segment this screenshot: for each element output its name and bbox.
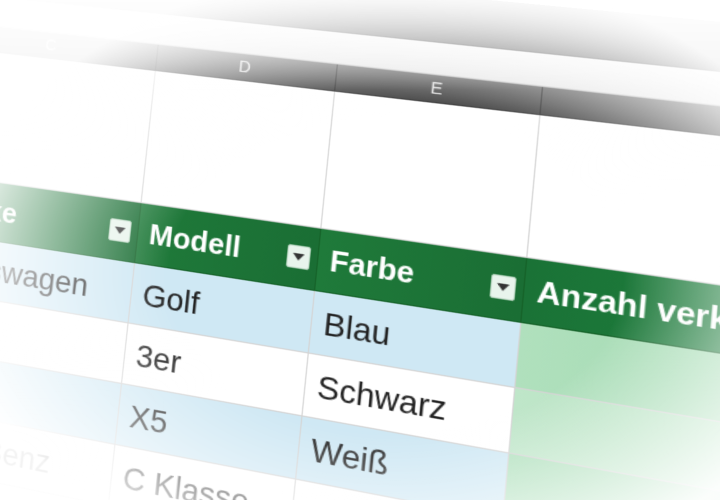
header-farbe-label: Farbe — [328, 243, 416, 292]
filter-button[interactable] — [108, 217, 132, 242]
filter-button[interactable] — [489, 273, 516, 301]
chevron-down-icon — [496, 282, 509, 291]
filter-button[interactable] — [286, 243, 311, 269]
chevron-down-icon — [292, 252, 304, 261]
chevron-down-icon — [114, 226, 125, 234]
header-marke-label: Marke — [0, 187, 19, 232]
header-modell-label: Modell — [147, 217, 242, 265]
